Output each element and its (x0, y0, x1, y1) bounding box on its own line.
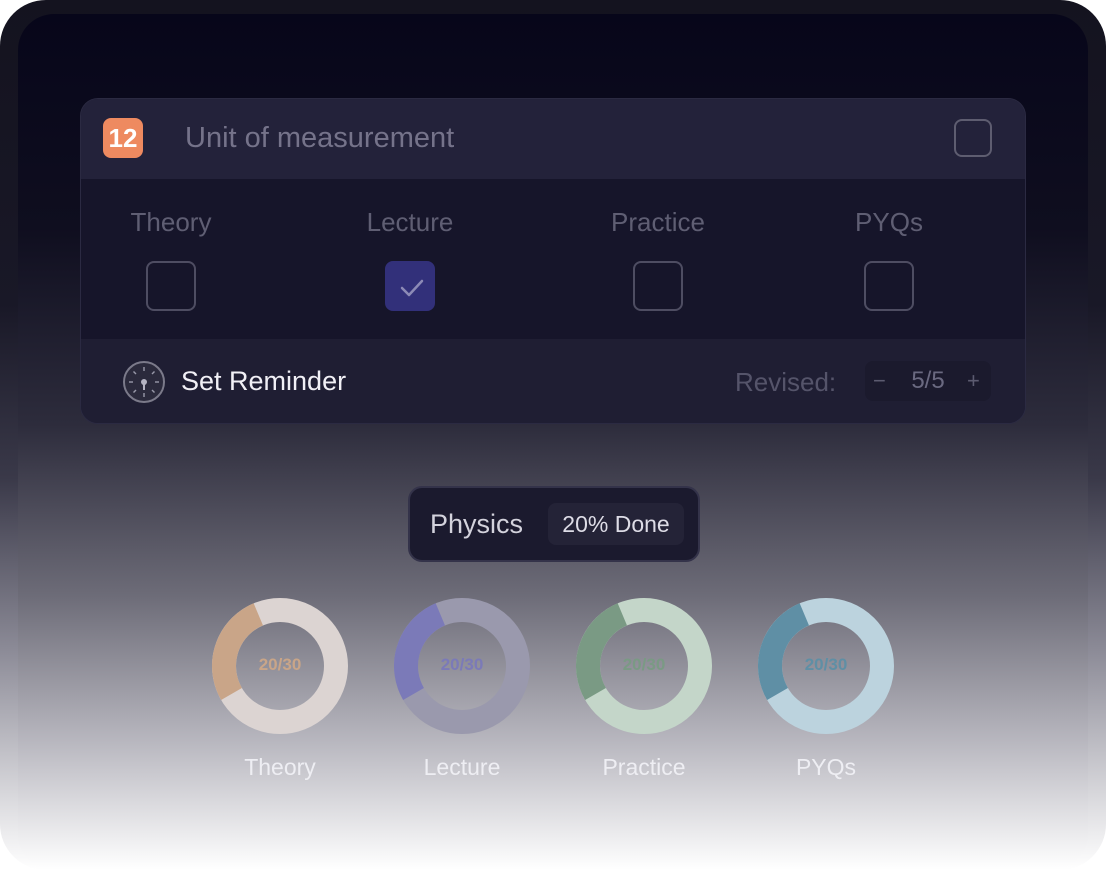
category-lecture: Lecture (343, 205, 477, 311)
subject-progress-pill[interactable]: Physics 20% Done (408, 486, 700, 562)
revised-stepper: − 5/5 + (865, 361, 991, 401)
category-label: Practice (611, 207, 705, 237)
ring-label: Lecture (423, 754, 501, 780)
ring-value: 20/30 (440, 655, 484, 674)
checkmark-icon (400, 279, 424, 297)
subject-name: Physics (430, 509, 524, 539)
unit-card: 12 Unit of measurement Theory Lecture Pr… (80, 98, 1026, 424)
ring-value: 20/30 (622, 655, 666, 674)
revised-count: 5/5 (911, 367, 945, 394)
reminder-bar: Set Reminder Revised: − 5/5 + (81, 339, 1025, 423)
unit-complete-checkbox[interactable] (954, 119, 992, 157)
unit-title: Unit of measurement (185, 122, 455, 154)
lecture-checkbox[interactable] (385, 261, 435, 311)
ring-value: 20/30 (258, 655, 302, 674)
category-label: Lecture (366, 207, 454, 237)
category-checklist: Theory Lecture Practice PYQs (81, 179, 1025, 339)
progress-badge: 20% Done (548, 503, 684, 545)
decrement-button[interactable]: − (873, 364, 886, 398)
unit-header: 12 Unit of measurement (81, 99, 1025, 179)
increment-button[interactable]: + (967, 364, 980, 398)
ring-value: 20/30 (804, 655, 848, 674)
pyqs-checkbox[interactable] (864, 261, 914, 311)
practice-checkbox[interactable] (633, 261, 683, 311)
ring-label: Practice (602, 754, 686, 780)
clock-icon[interactable] (123, 361, 165, 403)
category-theory: Theory (121, 205, 221, 311)
theory-checkbox[interactable] (146, 261, 196, 311)
ring-pyqs: 20/30 PYQs (758, 598, 894, 780)
ring-practice: 20/30 Practice (576, 598, 712, 780)
category-practice: Practice (587, 205, 729, 311)
category-pyqs: PYQs (841, 205, 937, 311)
ring-label: PYQs (795, 754, 857, 780)
unit-number-badge: 12 (103, 118, 143, 158)
ring-lecture: 20/30 Lecture (394, 598, 530, 780)
set-reminder-button[interactable]: Set Reminder (181, 363, 346, 399)
ring-label: Theory (244, 754, 316, 780)
category-label: Theory (130, 207, 212, 237)
category-label: PYQs (855, 207, 923, 237)
revised-label: Revised: (735, 367, 837, 397)
ring-theory: 20/30 Theory (212, 598, 348, 780)
